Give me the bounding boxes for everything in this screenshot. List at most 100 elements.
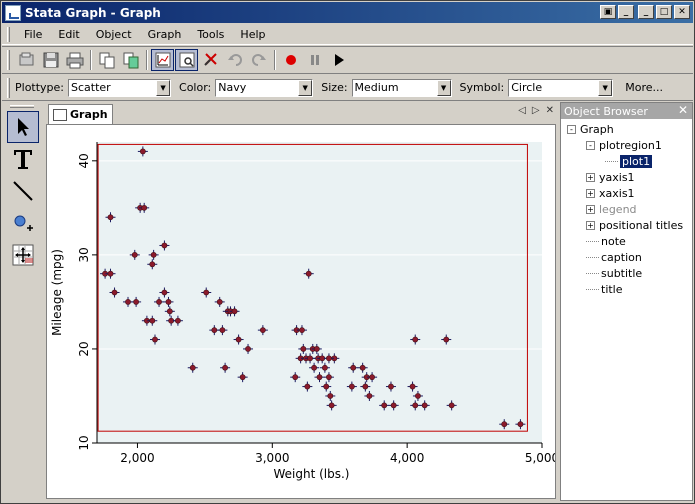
open-icon	[19, 52, 33, 66]
toolbar-separator	[146, 50, 148, 70]
menu-object[interactable]: Object	[88, 28, 140, 41]
tree-item-plot1[interactable]: plot1	[605, 153, 653, 169]
color-value: Navy	[218, 80, 247, 94]
copy-button[interactable]	[95, 49, 118, 71]
open-button[interactable]	[15, 49, 38, 71]
chevron-down-icon[interactable]: ▼	[598, 79, 613, 96]
delete-button[interactable]	[199, 49, 222, 71]
minimize-window-button[interactable]: _	[638, 5, 654, 19]
copy-icon	[99, 52, 114, 69]
menu-graph[interactable]: Graph	[140, 28, 190, 41]
copy-graph-button[interactable]	[119, 49, 142, 71]
data-point-marker	[412, 336, 419, 343]
y-tick-label: 20	[77, 341, 91, 356]
close-icon[interactable]: ✕	[678, 103, 688, 117]
chevron-down-icon[interactable]: ▼	[298, 79, 313, 96]
tree-connector	[586, 256, 599, 258]
graph-editor-icon	[155, 52, 170, 68]
chevron-down-icon[interactable]: ▼	[436, 79, 451, 96]
menu-file[interactable]: File	[16, 28, 50, 41]
x-tick-label: 5,000	[525, 451, 555, 465]
symbol-select[interactable]: Circle ▼	[508, 78, 614, 97]
data-point-marker	[259, 327, 266, 334]
data-point-marker	[150, 251, 157, 258]
data-point-marker	[149, 261, 156, 268]
record-button[interactable]	[279, 49, 302, 71]
color-select[interactable]: Navy ▼	[215, 78, 314, 97]
collapse-icon[interactable]: -	[586, 140, 595, 150]
data-point-marker	[328, 402, 335, 409]
tree-item-legend[interactable]: + legend	[586, 201, 637, 217]
data-point-marker	[211, 327, 218, 334]
data-point-marker	[141, 204, 148, 211]
menu-tools[interactable]: Tools	[189, 28, 232, 41]
graph-editor-button[interactable]	[151, 49, 174, 71]
save-button[interactable]	[39, 49, 62, 71]
expand-icon[interactable]: +	[586, 172, 595, 182]
tree-item-yaxis1[interactable]: + yaxis1	[586, 169, 635, 185]
grid-edit-tool[interactable]	[7, 239, 39, 271]
x-axis-label: Weight (lbs.)	[273, 467, 349, 481]
chevron-down-icon[interactable]: ▼	[156, 79, 171, 96]
collapse-icon[interactable]: -	[567, 124, 576, 134]
data-point-marker	[175, 317, 181, 324]
tree-connector	[605, 160, 618, 162]
tree-item-positional-titles[interactable]: + positional titles	[586, 217, 683, 233]
data-point-marker	[149, 317, 156, 324]
object-browser-title: Object Browser	[564, 104, 648, 118]
menu-edit[interactable]: Edit	[50, 28, 87, 41]
data-point-marker	[304, 383, 311, 390]
pause-icon	[310, 55, 319, 65]
tree-item-note[interactable]: note	[586, 233, 626, 249]
scatter-chart[interactable]: 10 20 30 40 2,000 3,000 4,000 5,000 Weight (lbs.…	[47, 125, 559, 498]
size-select[interactable]: Medium ▼	[351, 78, 452, 97]
print-icon	[66, 52, 83, 69]
tree-item-plotregion1[interactable]: - plotregion1	[586, 137, 662, 153]
graph-canvas[interactable]: 10 20 30 40 2,000 3,000 4,000 5,000 Weight (lbs.…	[46, 124, 559, 499]
data-point-marker	[245, 346, 251, 352]
pause-button[interactable]	[303, 49, 326, 71]
undo-button[interactable]	[223, 49, 246, 71]
add-marker-tool[interactable]	[7, 207, 39, 239]
data-point-marker	[107, 270, 114, 277]
data-point-marker	[409, 383, 416, 390]
maximize-window-button[interactable]: □	[656, 5, 672, 19]
data-point-marker	[131, 251, 138, 258]
print-button[interactable]	[63, 49, 86, 71]
more-button[interactable]: More...	[625, 81, 663, 94]
expand-icon[interactable]: +	[586, 204, 595, 214]
close-window-button[interactable]: ✕	[674, 5, 690, 19]
tree-item-xaxis1[interactable]: + xaxis1	[586, 185, 635, 201]
text-tool[interactable]	[7, 143, 39, 175]
tree-item-subtitle[interactable]: subtitle	[586, 265, 642, 281]
data-point-marker	[443, 336, 450, 343]
redo-button[interactable]	[247, 49, 270, 71]
expand-icon[interactable]: +	[586, 220, 595, 230]
data-point-marker	[323, 383, 330, 390]
color-label: Color:	[179, 81, 212, 94]
object-browser-button[interactable]	[175, 49, 198, 71]
tab-graph[interactable]: Graph	[48, 104, 113, 124]
data-point-marker	[231, 308, 238, 315]
tree-item-Graph[interactable]: - Graph	[567, 121, 614, 137]
pointer-tool[interactable]	[7, 111, 39, 143]
title-bar[interactable]: Stata Graph - Graph ▣ _ _ □ ✕	[2, 2, 693, 23]
expand-icon[interactable]: +	[586, 188, 595, 198]
data-point-marker	[299, 327, 305, 334]
plottype-select[interactable]: Scatter ▼	[68, 78, 172, 97]
line-icon	[13, 181, 33, 201]
restore-child-icon[interactable]: ▣	[600, 5, 616, 19]
data-point-marker	[326, 374, 332, 381]
data-point-marker	[348, 383, 355, 390]
data-point-marker	[219, 327, 226, 334]
line-tool[interactable]	[7, 175, 39, 207]
data-point-marker	[517, 421, 524, 428]
tab-prev-icon[interactable]: ◁	[518, 105, 526, 116]
play-button[interactable]	[327, 49, 350, 71]
tree-item-caption[interactable]: caption	[586, 249, 642, 265]
minimize-icon[interactable]: _	[618, 5, 634, 19]
menu-help[interactable]: Help	[232, 28, 273, 41]
tab-close-icon[interactable]: ✕	[546, 105, 554, 116]
tab-next-icon[interactable]: ▷	[532, 105, 540, 116]
tree-item-title[interactable]: title	[586, 281, 623, 297]
